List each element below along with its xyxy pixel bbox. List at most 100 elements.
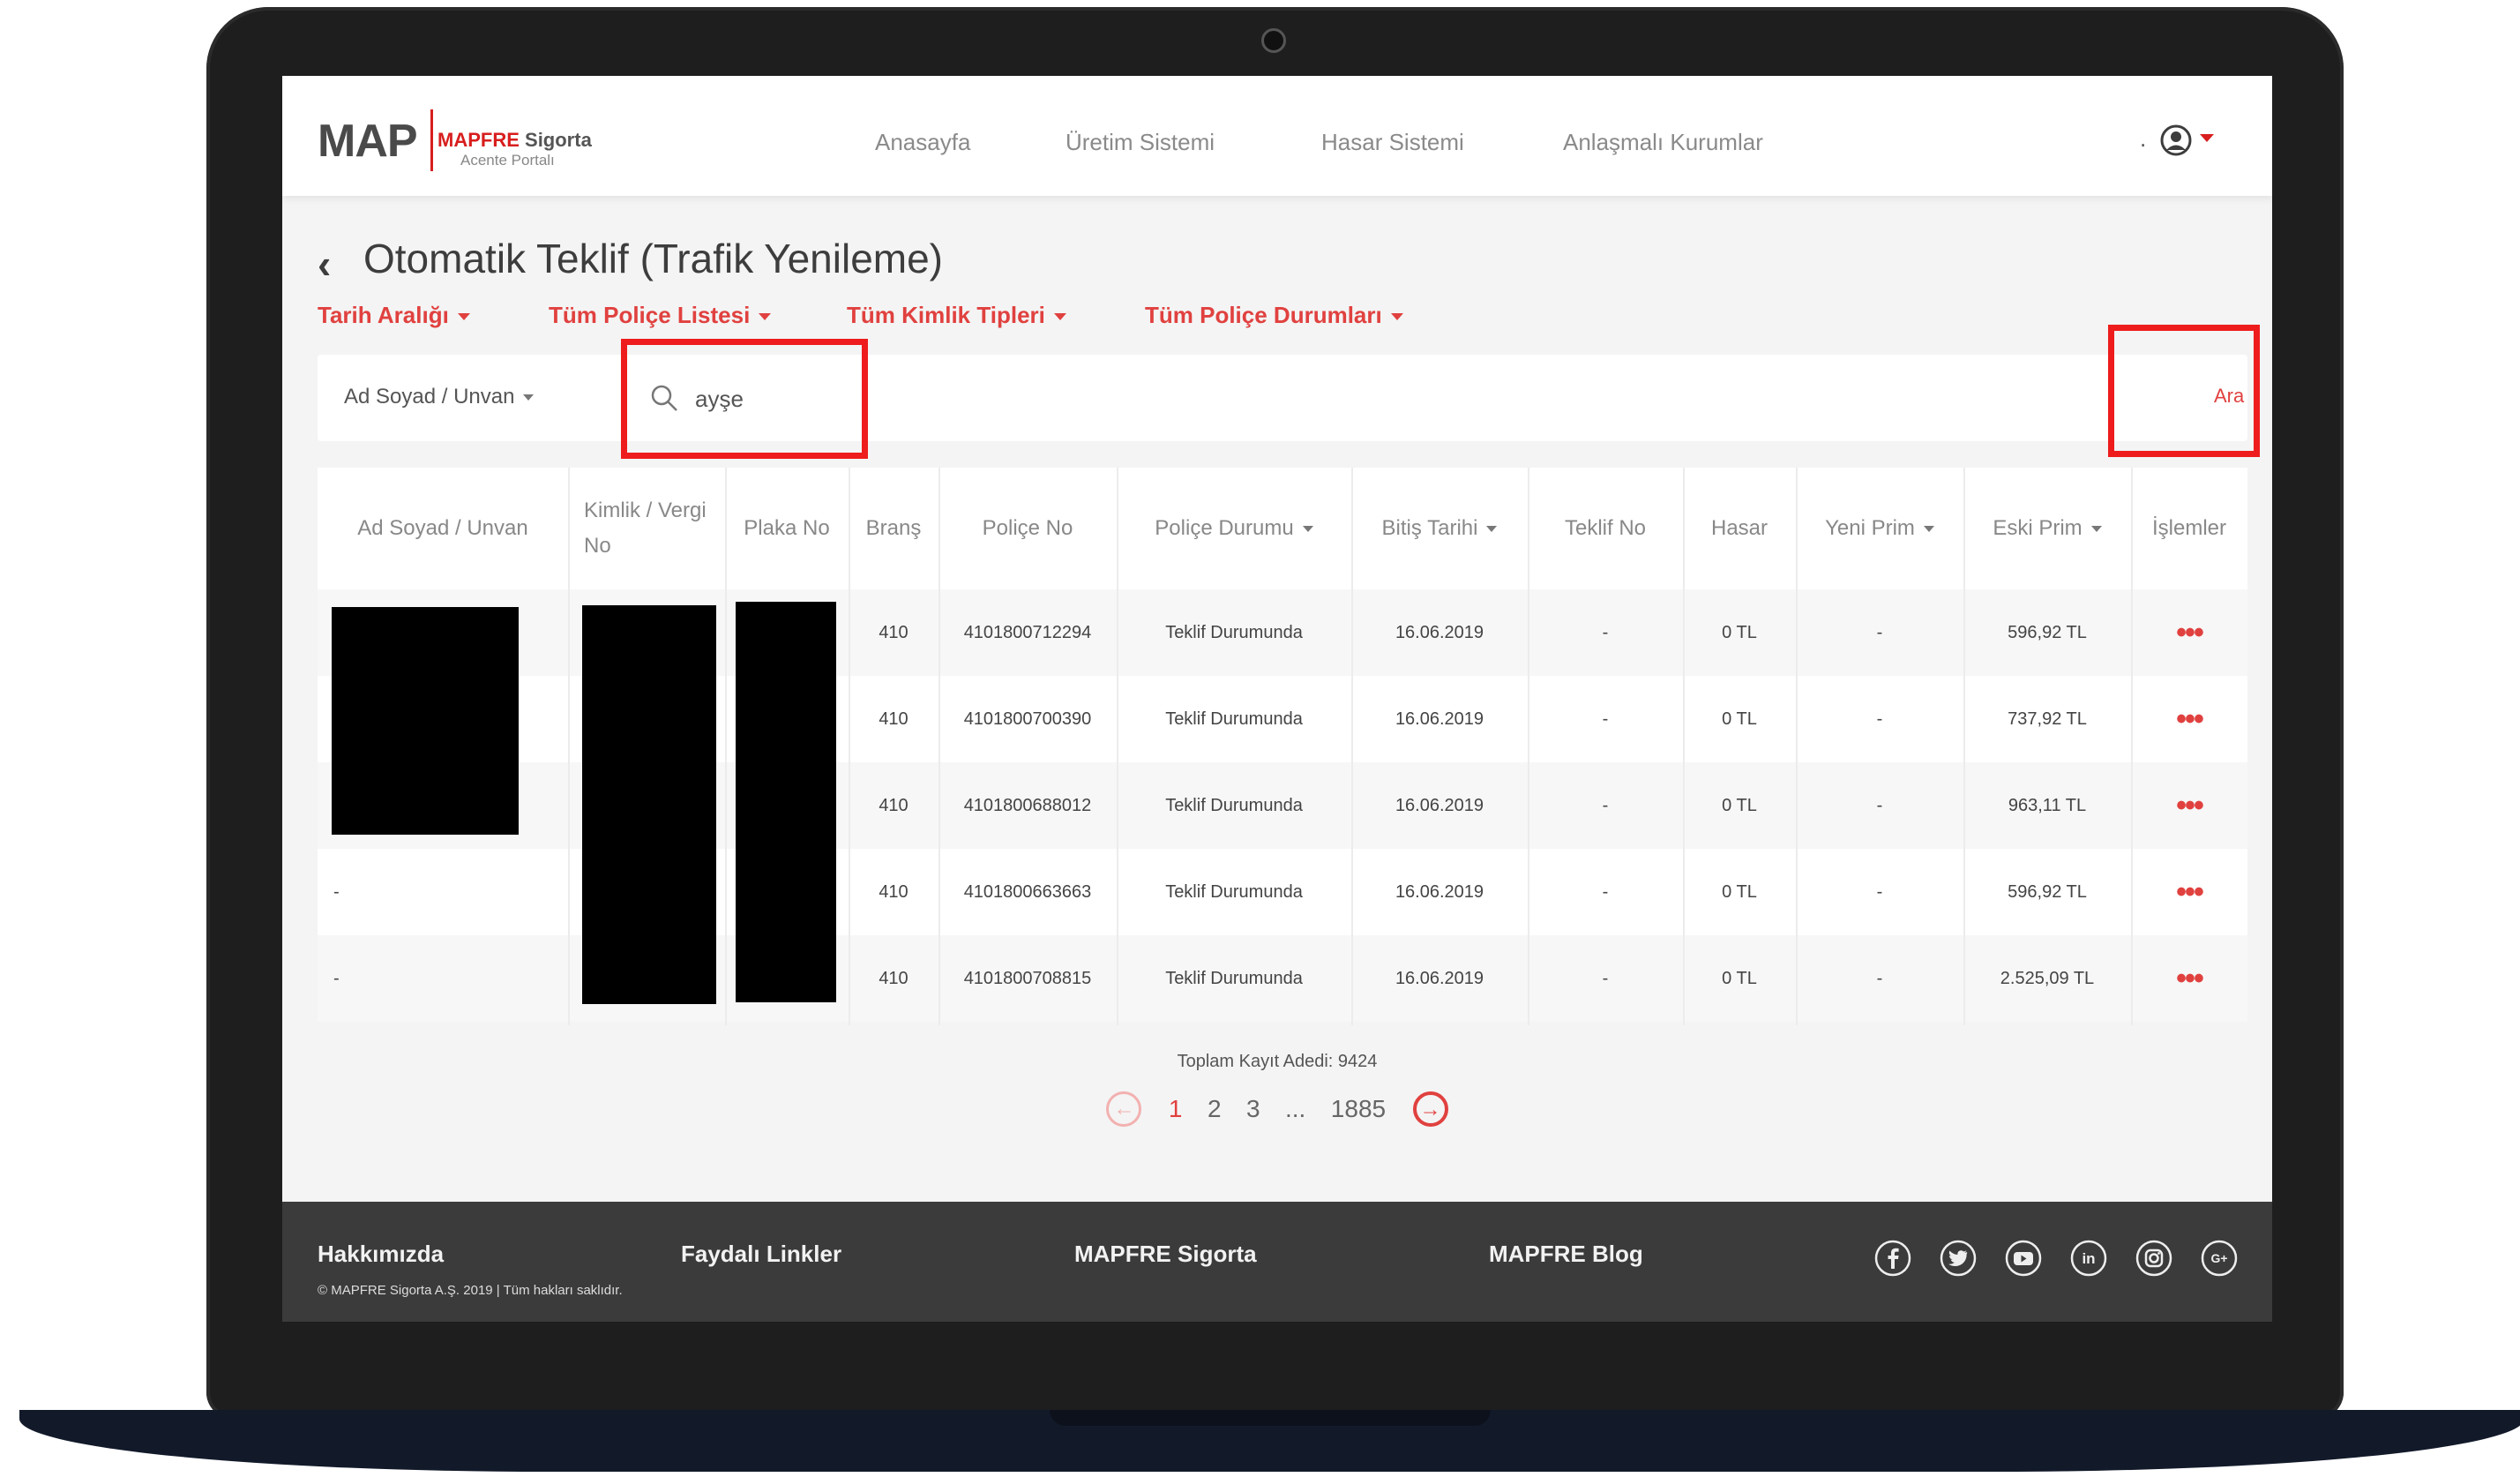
cell-yeni-prim: - <box>1876 968 1883 988</box>
search-bar: Ad Soyad / Unvan Ara <box>318 355 2247 441</box>
page-3[interactable]: 3 <box>1246 1089 1260 1129</box>
cell-yeni-prim: - <box>1876 709 1883 729</box>
row-actions-more-icon[interactable]: ••• <box>2131 589 2247 676</box>
youtube-icon[interactable] <box>2004 1239 2043 1278</box>
filter-police-listesi[interactable]: Tüm Poliçe Listesi <box>549 302 772 329</box>
user-menu-chevron-icon[interactable] <box>2200 134 2214 142</box>
cell-teklif-no: - <box>1602 881 1609 902</box>
cell-brans: 410 <box>879 622 909 642</box>
search-type-dropdown[interactable]: Ad Soyad / Unvan <box>344 385 535 409</box>
filter-kimlik-tipleri[interactable]: Tüm Kimlik Tipleri <box>847 302 1066 329</box>
column-divider <box>1117 468 1118 1025</box>
footer-mapfre-sigorta[interactable]: MAPFRE Sigorta <box>1074 1241 1257 1268</box>
cell-hasar: 0 TL <box>1722 968 1757 988</box>
column-divider <box>1351 468 1353 1025</box>
page-last[interactable]: 1885 <box>1331 1089 1386 1129</box>
user-avatar-icon[interactable] <box>2159 124 2193 157</box>
row-actions-more-icon[interactable]: ••• <box>2131 762 2247 849</box>
nav-uretim-sistemi[interactable]: Üretim Sistemi <box>1066 129 1215 156</box>
cell-police-no: 4101800700390 <box>963 709 1092 729</box>
chevron-down-icon <box>1390 313 1403 321</box>
cell-bitis: 16.06.2019 <box>1395 795 1484 815</box>
col-header-ad-soyad: Ad Soyad / Unvan <box>357 516 528 540</box>
column-divider <box>1796 468 1798 1025</box>
column-divider <box>2131 468 2133 1025</box>
cell-teklif-no: - <box>1602 795 1609 815</box>
chevron-down-icon <box>1053 313 1066 321</box>
total-record-count: Toplam Kayıt Adedi: 9424 <box>1177 1052 1378 1071</box>
cell-eski-prim: 2.525,09 TL <box>2000 968 2095 988</box>
col-header-yeni-prim[interactable]: Yeni Prim <box>1796 468 1963 589</box>
cell-bitis: 16.06.2019 <box>1395 881 1484 902</box>
filter-police-durumlari[interactable]: Tüm Poliçe Durumları <box>1145 302 1403 329</box>
cell-hasar: 0 TL <box>1722 795 1757 815</box>
page-1[interactable]: 1 <box>1169 1089 1183 1129</box>
portal-name: Acente Portalı <box>460 152 555 169</box>
col-header-brans: Branş <box>865 516 922 540</box>
previous-page-arrow-icon[interactable]: ← <box>1106 1091 1142 1127</box>
footer-hakkimizda[interactable]: Hakkımızda <box>318 1241 444 1268</box>
col-header-bitis-tarihi[interactable]: Bitiş Tarihi <box>1351 468 1528 589</box>
footer-faydali-linkler[interactable]: Faydalı Linkler <box>681 1241 841 1268</box>
google-plus-icon[interactable]: G+ <box>2200 1239 2239 1278</box>
redacted-kimlik-numbers <box>582 605 716 1004</box>
col-header-police-durumu[interactable]: Poliçe Durumu <box>1117 468 1351 589</box>
cell-brans: 410 <box>879 968 909 988</box>
next-page-arrow-icon[interactable]: → <box>1412 1091 1448 1127</box>
col-header-plaka: Plaka No <box>744 516 830 540</box>
nav-anlasmali-kurumlar[interactable]: Anlaşmalı Kurumlar <box>1563 129 1763 156</box>
row-actions-more-icon[interactable]: ••• <box>2131 935 2247 1022</box>
twitter-icon[interactable] <box>1939 1239 1978 1278</box>
cell-eski-prim: 737,92 TL <box>2008 709 2087 729</box>
cell-durum: Teklif Durumunda <box>1165 795 1303 815</box>
cell-eski-prim: 596,92 TL <box>2008 881 2087 902</box>
footer: Hakkımızda Faydalı Linkler MAPFRE Sigort… <box>282 1202 2272 1322</box>
highlight-search-button <box>2108 325 2260 457</box>
brand-name: MAPFRE Sigorta <box>437 129 592 151</box>
nav-hasar-sistemi[interactable]: Hasar Sistemi <box>1321 129 1464 156</box>
cell-name: - <box>333 968 340 988</box>
column-divider <box>568 468 570 1025</box>
cell-bitis: 16.06.2019 <box>1395 709 1484 729</box>
nav-anasayfa[interactable]: Anasayfa <box>875 129 970 156</box>
cell-durum: Teklif Durumunda <box>1165 968 1303 988</box>
cell-durum: Teklif Durumunda <box>1165 709 1303 729</box>
map-logo[interactable]: MAP <box>318 115 418 168</box>
filter-tarih-araligi[interactable]: Tarih Aralığı <box>318 302 470 329</box>
cell-bitis: 16.06.2019 <box>1395 622 1484 642</box>
row-actions-more-icon[interactable]: ••• <box>2131 849 2247 935</box>
instagram-icon[interactable] <box>2135 1239 2173 1278</box>
footer-mapfre-blog[interactable]: MAPFRE Blog <box>1489 1241 1643 1268</box>
facebook-icon[interactable] <box>1873 1239 1912 1278</box>
pagination: ← 1 2 3 ... 1885 → <box>282 1089 2272 1133</box>
row-actions-more-icon[interactable]: ••• <box>2131 676 2247 762</box>
cell-hasar: 0 TL <box>1722 709 1757 729</box>
app-screen: MAP MAPFRE Sigorta Acente Portalı Anasay… <box>282 76 2272 1322</box>
cell-name: - <box>333 881 340 902</box>
page-2[interactable]: 2 <box>1208 1089 1222 1129</box>
cell-police-no: 4101800688012 <box>963 795 1092 815</box>
column-divider <box>1963 468 1965 1025</box>
cell-teklif-no: - <box>1602 968 1609 988</box>
search-input[interactable] <box>693 378 2020 420</box>
cell-yeni-prim: - <box>1876 795 1883 815</box>
linkedin-icon[interactable]: in <box>2069 1239 2108 1278</box>
cell-durum: Teklif Durumunda <box>1165 622 1303 642</box>
cell-police-no: 4101800712294 <box>963 622 1092 642</box>
cell-eski-prim: 596,92 TL <box>2008 622 2087 642</box>
page-ellipsis: ... <box>1285 1095 1306 1122</box>
cell-teklif-no: - <box>1602 622 1609 642</box>
col-header-kimlik: Kimlik / Vergi No <box>584 499 707 558</box>
cell-teklif-no: - <box>1602 709 1609 729</box>
col-header-eski-prim[interactable]: Eski Prim <box>1963 468 2131 589</box>
webcam-icon <box>1261 28 1286 53</box>
cell-brans: 410 <box>879 709 909 729</box>
copyright-text: © MAPFRE Sigorta A.Ş. 2019 | Tüm hakları… <box>318 1283 623 1298</box>
cell-police-no: 4101800708815 <box>963 968 1092 988</box>
back-chevron-icon[interactable]: ‹ <box>318 240 331 288</box>
sort-chevron-icon <box>1302 525 1313 532</box>
table-header-row: Ad Soyad / Unvan Kimlik / Vergi No Plaka… <box>318 468 2247 589</box>
cell-hasar: 0 TL <box>1722 881 1757 902</box>
cell-yeni-prim: - <box>1876 881 1883 902</box>
chevron-down-icon <box>759 313 772 321</box>
